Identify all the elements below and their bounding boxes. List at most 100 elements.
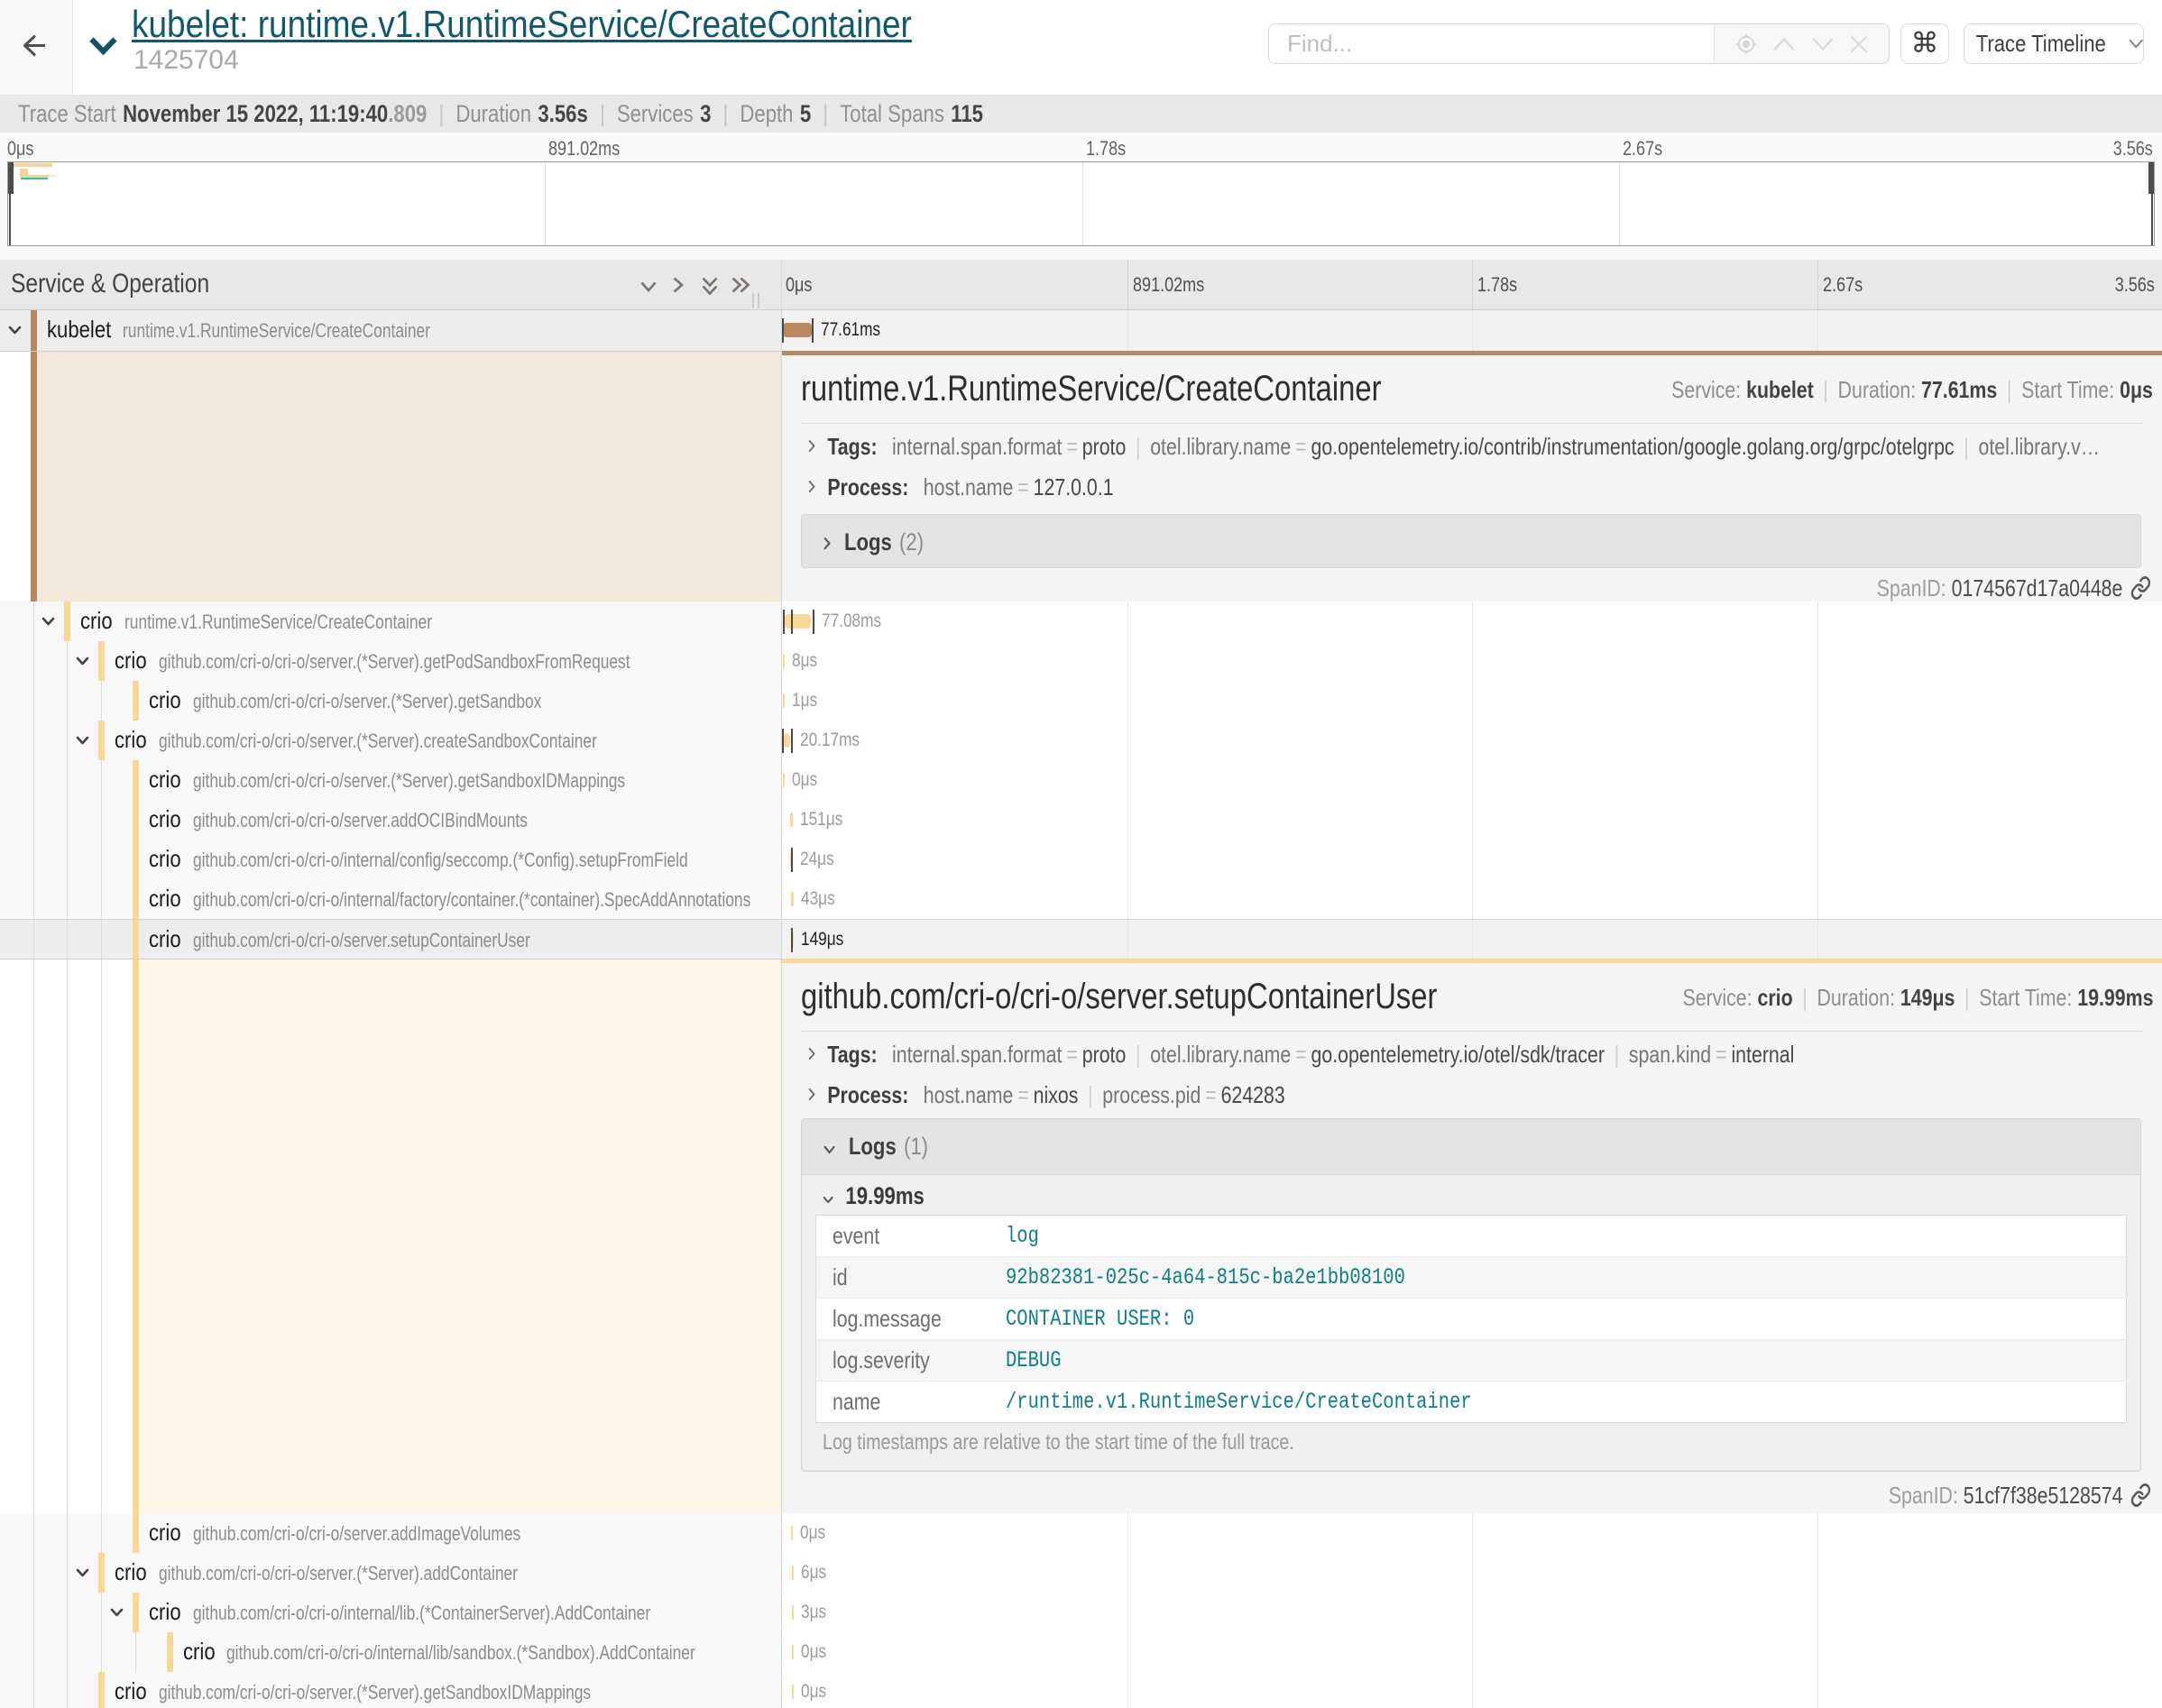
span-row-name-cell[interactable]: criogithub.com/cri-o/cri-o/internal/conf… — [0, 840, 781, 879]
span-row-name-cell[interactable]: criogithub.com/cri-o/cri-o/server.setupC… — [0, 919, 781, 959]
span-row-timeline-cell[interactable]: 77.08ms — [782, 601, 2162, 641]
span-row[interactable]: criogithub.com/cri-o/cri-o/server.(*Serv… — [0, 721, 2162, 760]
trace-title-link[interactable]: kubelet: runtime.v1.RuntimeService/Creat… — [132, 3, 912, 46]
logs-accordion-header[interactable]: Logs(1) — [802, 1119, 2140, 1173]
logs-accordion[interactable]: Logs(1)19.99mseventlogid92b82381-025c-4a… — [801, 1118, 2141, 1472]
span-row[interactable]: criogithub.com/cri-o/cri-o/internal/fact… — [0, 879, 2162, 919]
span-row-timeline-cell[interactable]: 3μs — [782, 1593, 2162, 1632]
span-duration-bar[interactable] — [783, 323, 812, 337]
span-duration-bar[interactable] — [783, 773, 785, 787]
collapse-all-icon[interactable] — [702, 277, 718, 296]
span-duration-bar[interactable] — [791, 1526, 793, 1540]
span-duration-bar[interactable] — [792, 1566, 795, 1580]
detail-process-row[interactable]: Process:host.name=127.0.0.1 — [808, 473, 2162, 504]
log-entry-header[interactable]: 19.99ms — [803, 1175, 2139, 1215]
span-row-timeline-cell[interactable]: 24μs — [782, 840, 2162, 879]
span-row-name-cell[interactable]: criogithub.com/cri-o/cri-o/server.(*Serv… — [0, 760, 781, 800]
span-row-timeline-cell[interactable]: 8μs — [782, 641, 2162, 681]
span-row[interactable]: criogithub.com/cri-o/cri-o/internal/conf… — [0, 840, 2162, 879]
span-duration-bar[interactable] — [783, 654, 786, 668]
tag-key: internal.span.format — [892, 433, 1062, 460]
span-children-toggle-icon[interactable] — [110, 1608, 124, 1617]
span-row-name-cell[interactable]: crioruntime.v1.RuntimeService/CreateCont… — [0, 601, 781, 641]
span-row-timeline-cell[interactable]: 43μs — [782, 879, 2162, 919]
span-row-timeline-cell[interactable]: 0μs — [782, 1672, 2162, 1708]
find-input[interactable] — [1269, 24, 1714, 63]
span-children-toggle-icon[interactable] — [76, 1568, 89, 1577]
detail-process-row[interactable]: Process:host.name=nixos|process.pid=6242… — [808, 1081, 2162, 1112]
span-row[interactable]: criogithub.com/cri-o/cri-o/server.setupC… — [0, 919, 2162, 959]
span-row[interactable]: criogithub.com/cri-o/cri-o/server.(*Serv… — [0, 1553, 2162, 1593]
span-row-timeline-cell[interactable]: 6μs — [782, 1553, 2162, 1593]
span-row[interactable]: criogithub.com/cri-o/cri-o/server.(*Serv… — [0, 1672, 2162, 1708]
span-duration-bar[interactable] — [790, 813, 793, 827]
span-row[interactable]: criogithub.com/cri-o/cri-o/internal/lib.… — [0, 1593, 2162, 1632]
span-row-name-cell[interactable]: criogithub.com/cri-o/cri-o/server.(*Serv… — [0, 1672, 781, 1708]
span-row-timeline-cell[interactable]: 0μs — [782, 1632, 2162, 1672]
logs-accordion-header[interactable]: Logs(2) — [802, 515, 2140, 569]
span-row-name-cell[interactable]: criogithub.com/cri-o/cri-o/server.(*Serv… — [0, 721, 781, 760]
copy-link-icon[interactable] — [2130, 1483, 2151, 1508]
span-children-toggle-icon[interactable] — [8, 326, 22, 335]
span-row-timeline-cell[interactable]: 20.17ms — [782, 721, 2162, 760]
expand-one-icon[interactable] — [673, 277, 684, 293]
span-children-toggle-icon[interactable] — [41, 617, 55, 626]
span-row[interactable]: criogithub.com/cri-o/cri-o/internal/lib/… — [0, 1632, 2162, 1672]
clear-find-icon[interactable] — [1849, 34, 1869, 54]
span-row[interactable]: kubeletruntime.v1.RuntimeService/CreateC… — [0, 310, 2162, 351]
process-list: host.name=nixos|process.pid=624283 — [924, 1081, 1285, 1108]
span-children-toggle-icon[interactable] — [76, 736, 89, 745]
span-row[interactable]: criogithub.com/cri-o/cri-o/server.(*Serv… — [0, 681, 2162, 721]
span-row[interactable]: criogithub.com/cri-o/cri-o/server.(*Serv… — [0, 760, 2162, 800]
minimap-canvas[interactable] — [7, 161, 2155, 246]
span-duration-bar[interactable] — [785, 614, 811, 629]
keyboard-shortcuts-button[interactable]: ⌘ — [1900, 23, 1949, 64]
span-duration-bar[interactable] — [783, 693, 786, 708]
span-row-name-cell[interactable]: kubeletruntime.v1.RuntimeService/CreateC… — [0, 310, 781, 351]
timeline-gridline — [1472, 601, 1473, 641]
span-duration-bar[interactable] — [791, 892, 794, 906]
minimap-scrubber-left-grip[interactable] — [8, 162, 14, 194]
collapse-one-icon[interactable] — [640, 281, 657, 292]
span-row-timeline-cell[interactable]: 0μs — [782, 1513, 2162, 1553]
tag-key: internal.span.format — [892, 1041, 1062, 1068]
trace-view-selector[interactable]: Trace Timeline — [1964, 23, 2144, 64]
logs-accordion[interactable]: Logs(2) — [801, 514, 2141, 568]
span-duration-bar[interactable] — [792, 1605, 794, 1620]
scope-icon[interactable] — [1734, 32, 1758, 56]
span-row-timeline-cell[interactable]: 151μs — [782, 800, 2162, 840]
copy-link-icon[interactable] — [2130, 575, 2151, 601]
chevron-right-icon — [808, 480, 815, 493]
span-row[interactable]: criogithub.com/cri-o/cri-o/server.addIma… — [0, 1513, 2162, 1553]
span-row-name-cell[interactable]: criogithub.com/cri-o/cri-o/server.(*Serv… — [0, 641, 781, 681]
span-row-timeline-cell[interactable]: 149μs — [782, 919, 2162, 959]
expand-all-icon[interactable] — [731, 277, 750, 293]
column-resizer[interactable] — [752, 293, 761, 308]
detail-tags-row[interactable]: Tags:internal.span.format=proto|otel.lib… — [808, 433, 2162, 464]
span-row-timeline-cell[interactable]: 77.61ms — [782, 310, 2162, 351]
find-prev-icon[interactable] — [1772, 37, 1796, 51]
span-children-toggle-icon[interactable] — [76, 657, 89, 666]
span-row-name-cell[interactable]: criogithub.com/cri-o/cri-o/internal/lib/… — [0, 1632, 781, 1672]
span-row-name-cell[interactable]: criogithub.com/cri-o/cri-o/internal/lib.… — [0, 1593, 781, 1632]
find-next-icon[interactable] — [1811, 37, 1835, 51]
operation-name: github.com/cri-o/cri-o/server.setupConta… — [193, 920, 530, 959]
span-row-name-cell[interactable]: criogithub.com/cri-o/cri-o/server.addOCI… — [0, 800, 781, 840]
minimap-scrubber-right-grip[interactable] — [2148, 162, 2154, 194]
trace-collapse-toggle[interactable] — [88, 36, 118, 55]
span-duration-bar[interactable] — [792, 1645, 794, 1659]
span-row[interactable]: crioruntime.v1.RuntimeService/CreateCont… — [0, 601, 2162, 641]
detail-tags-row[interactable]: Tags:internal.span.format=proto|otel.lib… — [808, 1041, 2162, 1071]
span-row-timeline-cell[interactable]: 0μs — [782, 760, 2162, 800]
back-button[interactable] — [0, 0, 73, 95]
span-row-name-cell[interactable]: criogithub.com/cri-o/cri-o/server.(*Serv… — [0, 681, 781, 721]
span-row[interactable]: criogithub.com/cri-o/cri-o/server.addOCI… — [0, 800, 2162, 840]
span-row-name-cell[interactable]: criogithub.com/cri-o/cri-o/internal/fact… — [0, 879, 781, 919]
span-row-timeline-cell[interactable]: 1μs — [782, 681, 2162, 721]
span-duration-bar[interactable] — [784, 733, 790, 748]
span-row-name-cell[interactable]: criogithub.com/cri-o/cri-o/server.(*Serv… — [0, 1553, 781, 1593]
column-divider — [781, 260, 782, 1708]
span-row-name-cell[interactable]: criogithub.com/cri-o/cri-o/server.addIma… — [0, 1513, 781, 1553]
span-duration-bar[interactable] — [792, 1685, 794, 1699]
span-row[interactable]: criogithub.com/cri-o/cri-o/server.(*Serv… — [0, 641, 2162, 681]
